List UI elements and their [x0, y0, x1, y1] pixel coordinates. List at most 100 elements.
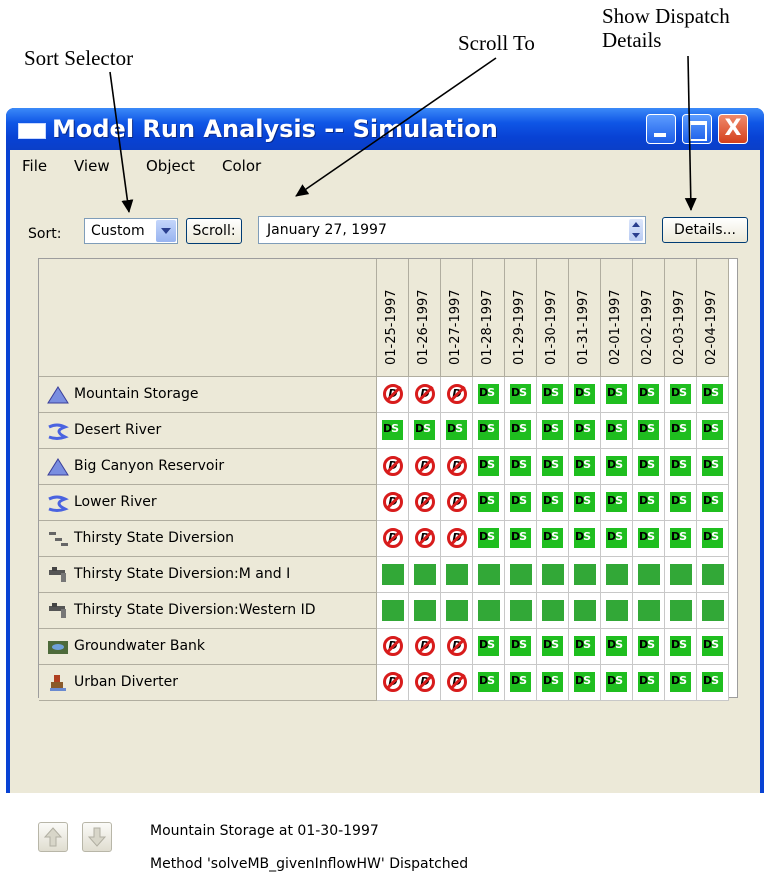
column-header[interactable]: 01-29-1997 [505, 259, 537, 377]
row-header[interactable]: Desert River [39, 413, 377, 449]
grid-cell[interactable]: DS [473, 377, 505, 413]
grid-cell[interactable]: DS [633, 449, 665, 485]
grid-cell[interactable]: D [441, 485, 473, 521]
menu-color[interactable]: Color [222, 157, 261, 175]
column-header[interactable]: 01-27-1997 [441, 259, 473, 377]
row-header[interactable]: Lower River [39, 485, 377, 521]
grid-cell[interactable] [377, 593, 409, 629]
grid-cell[interactable]: D [377, 449, 409, 485]
grid-cell[interactable] [537, 593, 569, 629]
grid-cell[interactable]: DS [633, 377, 665, 413]
grid-cell[interactable]: DS [473, 485, 505, 521]
grid-cell[interactable] [505, 593, 537, 629]
grid-cell[interactable] [441, 593, 473, 629]
grid-cell[interactable]: DS [665, 521, 697, 557]
grid-cell[interactable]: DS [569, 629, 601, 665]
grid-cell[interactable]: DS [537, 521, 569, 557]
grid-cell[interactable]: DS [569, 521, 601, 557]
grid-cell[interactable]: DS [441, 413, 473, 449]
date-spinner[interactable] [629, 219, 643, 241]
grid-cell[interactable]: DS [697, 377, 729, 413]
grid-cell[interactable]: D [409, 629, 441, 665]
column-header[interactable]: 01-25-1997 [377, 259, 409, 377]
grid-cell[interactable]: DS [505, 629, 537, 665]
grid-cell[interactable]: DS [601, 665, 633, 701]
grid-cell[interactable] [569, 557, 601, 593]
grid-cell[interactable]: DS [473, 629, 505, 665]
menu-file[interactable]: File [22, 157, 47, 175]
row-header[interactable]: Thirsty State Diversion [39, 521, 377, 557]
grid-cell[interactable]: D [377, 485, 409, 521]
grid-cell[interactable]: DS [409, 413, 441, 449]
grid-cell[interactable]: DS [665, 629, 697, 665]
details-button[interactable]: Details... [662, 217, 748, 243]
grid-cell[interactable]: DS [601, 629, 633, 665]
grid-cell[interactable]: D [377, 629, 409, 665]
scroll-button[interactable]: Scroll: [186, 218, 242, 244]
grid-cell[interactable]: DS [697, 521, 729, 557]
grid-cell[interactable]: DS [633, 629, 665, 665]
grid-cell[interactable]: D [377, 521, 409, 557]
grid-cell[interactable]: DS [537, 449, 569, 485]
grid-cell[interactable] [569, 593, 601, 629]
grid-cell[interactable]: DS [569, 413, 601, 449]
grid-cell[interactable]: DS [505, 413, 537, 449]
grid-cell[interactable] [409, 557, 441, 593]
grid-cell[interactable]: DS [569, 485, 601, 521]
grid-cell[interactable] [473, 593, 505, 629]
grid-cell[interactable]: D [441, 449, 473, 485]
grid-cell[interactable]: DS [601, 521, 633, 557]
grid-cell[interactable] [697, 593, 729, 629]
column-header[interactable]: 02-03-1997 [665, 259, 697, 377]
grid-cell[interactable]: DS [505, 665, 537, 701]
grid-cell[interactable]: DS [569, 449, 601, 485]
grid-cell[interactable]: D [409, 449, 441, 485]
grid-cell[interactable]: DS [473, 413, 505, 449]
grid-cell[interactable] [505, 557, 537, 593]
column-header[interactable]: 01-31-1997 [569, 259, 601, 377]
grid-cell[interactable] [665, 593, 697, 629]
column-header[interactable]: 02-02-1997 [633, 259, 665, 377]
grid-cell[interactable] [697, 557, 729, 593]
column-header[interactable]: 02-01-1997 [601, 259, 633, 377]
grid-cell[interactable]: DS [601, 449, 633, 485]
row-header[interactable]: Big Canyon Reservoir [39, 449, 377, 485]
grid-cell[interactable]: D [409, 377, 441, 413]
grid-cell[interactable]: D [441, 629, 473, 665]
grid-cell[interactable]: DS [537, 485, 569, 521]
grid-cell[interactable]: DS [665, 377, 697, 413]
grid-cell[interactable] [665, 557, 697, 593]
grid-cell[interactable]: D [409, 665, 441, 701]
grid-cell[interactable]: DS [569, 665, 601, 701]
grid-cell[interactable]: D [409, 485, 441, 521]
grid-cell[interactable]: DS [537, 629, 569, 665]
up-arrow-button[interactable] [38, 822, 68, 852]
chevron-down-icon[interactable] [156, 220, 176, 242]
column-header[interactable]: 01-26-1997 [409, 259, 441, 377]
sort-select[interactable]: Custom [84, 218, 178, 244]
grid-cell[interactable] [377, 557, 409, 593]
grid-cell[interactable]: D [441, 377, 473, 413]
grid-cell[interactable]: DS [601, 413, 633, 449]
grid-cell[interactable]: DS [505, 521, 537, 557]
grid-cell[interactable]: DS [633, 413, 665, 449]
grid-cell[interactable]: DS [505, 485, 537, 521]
scroll-date-input[interactable]: January 27, 1997 [258, 216, 646, 244]
grid-cell[interactable]: D [377, 377, 409, 413]
grid-cell[interactable] [601, 557, 633, 593]
menu-object[interactable]: Object [146, 157, 195, 175]
grid-cell[interactable]: DS [537, 665, 569, 701]
title-bar[interactable]: Model Run Analysis -- Simulation X [6, 108, 764, 150]
grid-cell[interactable]: DS [633, 665, 665, 701]
row-header[interactable]: Thirsty State Diversion:Western ID [39, 593, 377, 629]
grid-cell[interactable]: DS [697, 629, 729, 665]
minimize-button[interactable] [646, 114, 676, 144]
grid-cell[interactable] [633, 593, 665, 629]
grid-cell[interactable]: DS [601, 485, 633, 521]
column-header[interactable]: 01-30-1997 [537, 259, 569, 377]
grid-cell[interactable]: D [441, 665, 473, 701]
grid-cell[interactable]: D [441, 521, 473, 557]
grid-cell[interactable]: DS [633, 521, 665, 557]
grid-cell[interactable] [409, 593, 441, 629]
grid-cell[interactable]: DS [537, 413, 569, 449]
